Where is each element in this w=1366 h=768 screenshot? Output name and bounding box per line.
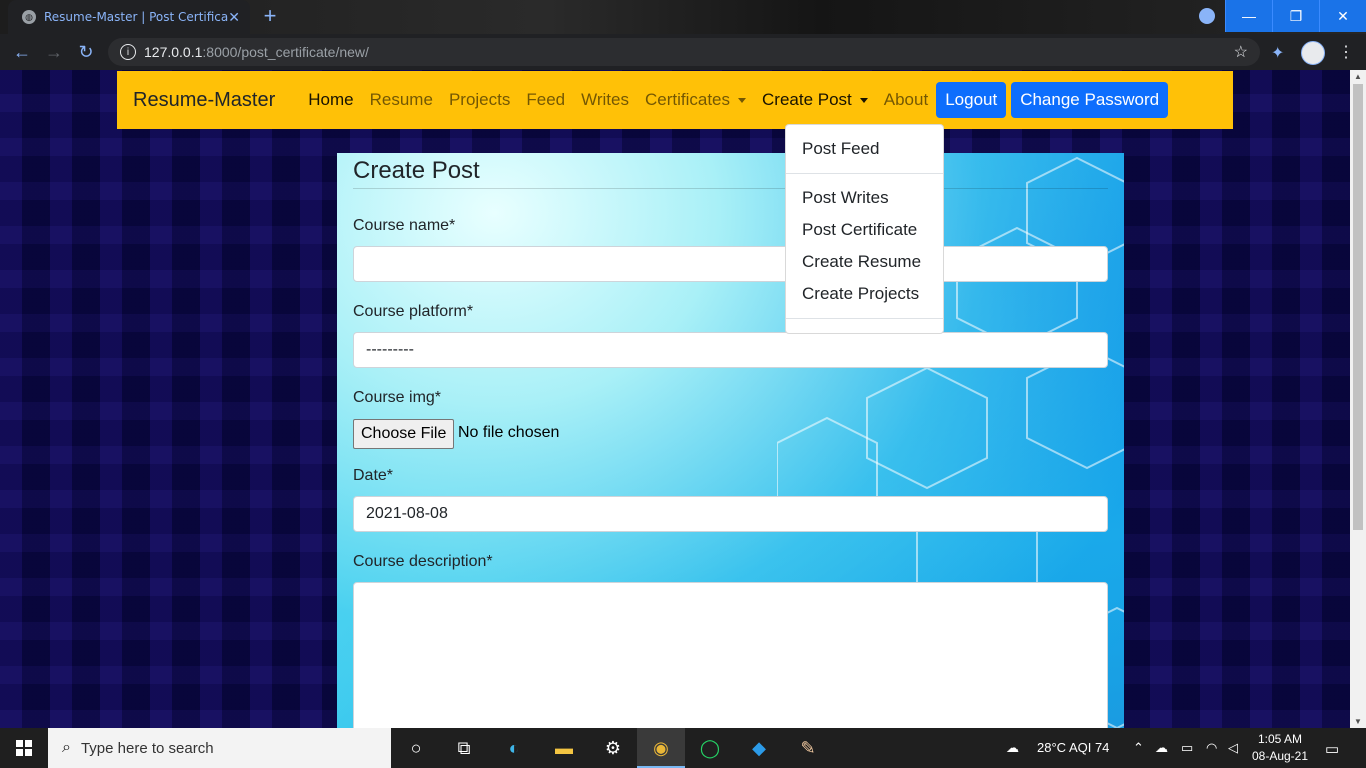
choose-file-button[interactable]: Choose File (353, 419, 455, 449)
course-platform-label: Course platform* (353, 303, 474, 320)
start-button[interactable] (0, 728, 48, 768)
system-clock[interactable]: 1:05 AM 08-Aug-21 (1250, 731, 1310, 765)
course-img-label: Course img* (353, 389, 442, 406)
forward-arrow-icon[interactable]: → (43, 42, 65, 63)
caret-down-icon (859, 98, 868, 104)
tab-title: Resume-Master | Post Certificate (44, 10, 229, 24)
dropdown-divider (786, 318, 943, 319)
nav-projects[interactable]: Projects (449, 90, 510, 110)
url-host: 127.0.0.1 (144, 44, 203, 60)
url-path: :8000/post_certificate/new/ (202, 44, 369, 60)
course-platform-select[interactable]: --------- (353, 332, 1108, 368)
nav-feed[interactable]: Feed (526, 90, 565, 110)
page-viewport: Resume-Master Home Resume Projects Feed … (0, 70, 1350, 728)
onedrive-cloud-icon[interactable]: ☁ (1155, 740, 1168, 756)
brand-logo[interactable]: Resume-Master (133, 89, 275, 112)
restore-button[interactable]: ❐ (1272, 0, 1319, 32)
date-label: Date* (353, 467, 394, 484)
nav-certificates-dropdown[interactable]: Certificates (645, 90, 746, 110)
no-file-chosen-text: No file chosen (458, 424, 560, 441)
browser-tab[interactable]: ◍ Resume-Master | Post Certificate ✕ (8, 0, 250, 34)
edge-browser-icon[interactable]: ◐ (502, 736, 526, 760)
close-window-button[interactable]: ✕ (1319, 0, 1366, 32)
nav-home[interactable]: Home (308, 90, 353, 110)
browser-tab-strip: ◍ Resume-Master | Post Certificate ✕ + —… (0, 0, 1366, 34)
date-input[interactable]: 2021-08-08 (353, 496, 1108, 532)
clock-time: 1:05 AM (1257, 732, 1303, 746)
logout-button[interactable]: Logout (936, 82, 1007, 118)
whatsapp-icon[interactable]: ◯ (698, 736, 722, 760)
course-name-label: Course name* (353, 217, 456, 234)
close-tab-icon[interactable]: ✕ (228, 9, 240, 26)
nav-resume[interactable]: Resume (370, 90, 433, 110)
new-tab-button[interactable]: + (258, 5, 282, 29)
bookmark-star-icon[interactable]: ☆ (1234, 42, 1248, 62)
vscode-icon[interactable]: ◆ (747, 736, 771, 760)
cortana-icon[interactable]: ○ (404, 736, 428, 760)
dropdown-divider (786, 173, 943, 174)
scroll-up-arrow-icon[interactable]: ▲ (1354, 72, 1362, 81)
task-view-icon[interactable]: ⧉ (452, 736, 476, 760)
course-name-input[interactable] (353, 246, 1108, 282)
tab-search-icon[interactable] (1199, 8, 1215, 24)
nav-writes[interactable]: Writes (581, 90, 629, 110)
taskbar-search-box[interactable]: ⌕ Type here to search (48, 728, 391, 768)
windows-taskbar: ⌕ Type here to search ○ ⧉ ◐ ▬ ⚙ ◉ ◯ ◆ ✎ … (0, 728, 1366, 768)
wifi-icon[interactable]: ◠ (1206, 740, 1217, 756)
nav-create-post-dropdown[interactable]: Create Post (762, 90, 868, 110)
dropdown-post-certificate[interactable]: Post Certificate (802, 220, 917, 240)
windows-logo-icon (16, 740, 32, 756)
reload-icon[interactable]: ↻ (75, 42, 97, 63)
change-password-button[interactable]: Change Password (1011, 82, 1169, 118)
window-controls: — ❐ ✕ (1225, 0, 1366, 32)
dropdown-post-feed[interactable]: Post Feed (802, 139, 880, 159)
chrome-browser-icon[interactable]: ◉ (649, 736, 673, 760)
back-arrow-icon[interactable]: ← (11, 42, 33, 63)
notifications-icon[interactable]: ▭ (1325, 740, 1339, 758)
clock-date: 08-Aug-21 (1251, 749, 1309, 763)
dropdown-post-writes[interactable]: Post Writes (802, 188, 889, 208)
course-description-textarea[interactable] (353, 582, 1108, 728)
course-description-label: Course description* (353, 553, 493, 570)
settings-gear-icon[interactable]: ⚙ (601, 736, 625, 760)
volume-icon[interactable]: ◁ (1228, 740, 1238, 756)
browser-menu-icon[interactable]: ⋮ (1338, 42, 1354, 62)
globe-icon: ◍ (22, 10, 36, 24)
caret-down-icon (738, 98, 746, 104)
weather-text[interactable]: 28°C AQI 74 (1037, 740, 1109, 755)
search-icon: ⌕ (62, 739, 71, 756)
site-navbar: Resume-Master Home Resume Projects Feed … (117, 71, 1233, 129)
title-divider (353, 188, 1108, 189)
file-explorer-icon[interactable]: ▬ (552, 736, 576, 760)
nav-certificates-label: Certificates (644, 90, 730, 109)
page-scrollbar[interactable]: ▲ ▼ (1350, 70, 1366, 728)
browser-toolbar: ← → ↻ i 127.0.0.1:8000/post_certificate/… (0, 34, 1366, 70)
site-info-icon[interactable]: i (120, 44, 136, 60)
create-post-dropdown-menu: Post Feed Post Writes Post Certificate C… (785, 124, 944, 334)
scrollbar-thumb[interactable] (1353, 84, 1363, 530)
battery-icon[interactable]: ▭ (1181, 740, 1193, 756)
profile-avatar[interactable] (1301, 41, 1325, 65)
minimize-button[interactable]: — (1225, 0, 1272, 32)
weather-cloud-icon[interactable]: ☁ (1006, 740, 1019, 756)
nav-create-post-label: Create Post (762, 90, 852, 109)
paint-icon[interactable]: ✎ (796, 736, 820, 760)
dropdown-create-projects[interactable]: Create Projects (802, 284, 919, 304)
address-bar[interactable]: i 127.0.0.1:8000/post_certificate/new/ ☆ (108, 38, 1260, 66)
nav-about[interactable]: About (884, 90, 928, 110)
create-post-card: Create Post Course name* Course platform… (337, 153, 1124, 728)
chevron-up-icon[interactable]: ⌃ (1133, 740, 1144, 756)
scroll-down-arrow-icon[interactable]: ▼ (1354, 717, 1362, 726)
page-title: Create Post (353, 157, 480, 184)
dropdown-create-resume[interactable]: Create Resume (802, 252, 921, 272)
search-placeholder: Type here to search (80, 739, 214, 757)
extensions-puzzle-icon[interactable]: ✦ (1271, 43, 1284, 63)
